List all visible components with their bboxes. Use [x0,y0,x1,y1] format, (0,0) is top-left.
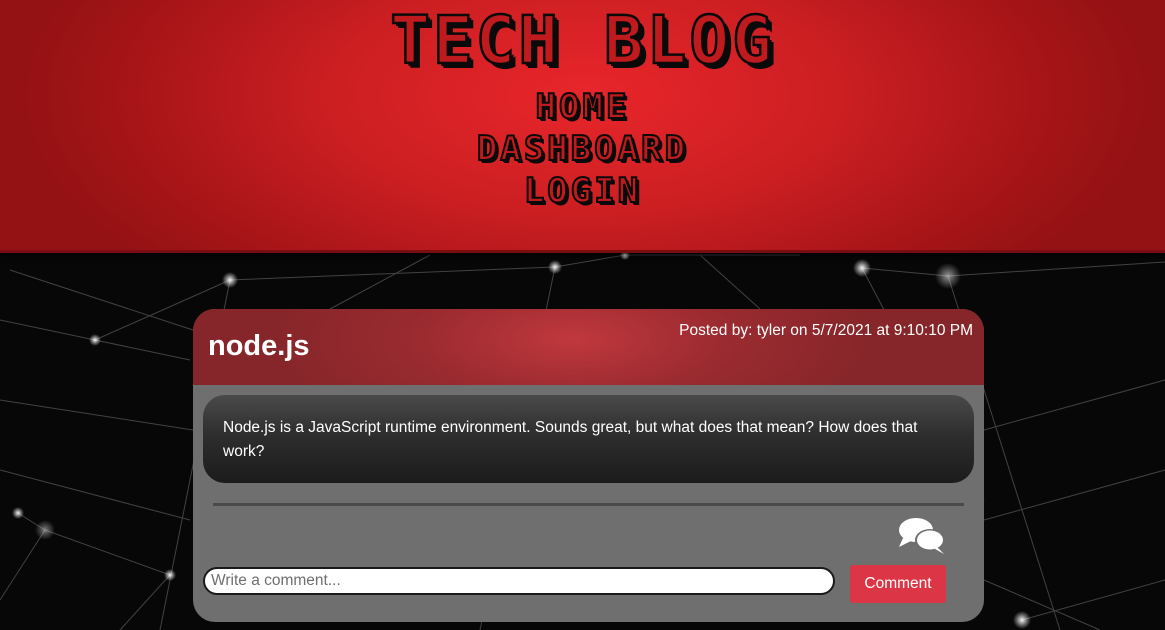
comment-input[interactable] [203,567,835,595]
post-divider [213,503,964,506]
nav-login-link[interactable]: LOGIN [0,170,1165,212]
nav-home-link[interactable]: HOME [0,86,1165,128]
post-header: node.js Posted by: tyler on 5/7/2021 at … [193,309,984,385]
post-meta: Posted by: tyler on 5/7/2021 at 9:10:10 … [679,322,973,339]
site-header: TECH BLOG HOME DASHBOARD LOGIN [0,0,1165,253]
comments-icon [899,518,945,554]
nav-dashboard-link[interactable]: DASHBOARD [0,128,1165,170]
site-title: TECH BLOG [389,1,775,81]
comment-form: Comment [203,565,948,605]
post-title: node.js [208,330,310,362]
post-card: node.js Posted by: tyler on 5/7/2021 at … [193,309,984,622]
main-nav: HOME DASHBOARD LOGIN [0,86,1165,212]
post-body: Node.js is a JavaScript runtime environm… [203,395,974,483]
comment-button[interactable]: Comment [850,565,946,603]
